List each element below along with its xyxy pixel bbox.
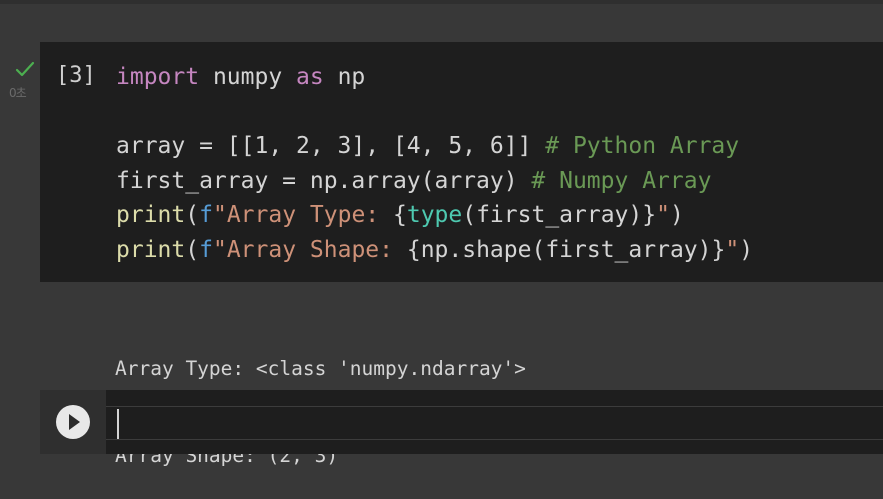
string-token: "	[656, 202, 670, 229]
fstring-prefix-token: f	[199, 236, 213, 263]
code-editor[interactable]: import numpy as np array = [[1, 2, 3], [4…	[116, 60, 753, 268]
comment-token: # Python Array	[545, 133, 740, 160]
code-token: )	[669, 202, 684, 229]
code-token: array = [[1, 2, 3], [4, 5, 6]]	[116, 133, 546, 160]
comment-token: # Numpy Array	[531, 167, 712, 194]
code-token: (first_array)}	[462, 202, 657, 229]
builtin-token: type	[406, 202, 463, 229]
fstring-prefix-token: f	[199, 202, 213, 229]
function-token: print	[116, 236, 186, 263]
function-token: print	[116, 202, 186, 229]
check-icon	[15, 61, 35, 77]
code-line-3: array = [[1, 2, 3], [4, 5, 6]] # Python …	[116, 129, 753, 164]
code-token: {np.shape(first_array)}	[406, 236, 726, 263]
text-cursor	[117, 409, 119, 439]
play-icon[interactable]	[56, 405, 90, 439]
keyword-token: import	[116, 64, 200, 90]
code-token: (	[185, 236, 200, 263]
execution-count: [3]	[56, 63, 96, 88]
string-token: "Array Type:	[212, 202, 393, 229]
code-line-1: import numpy as np	[116, 60, 753, 95]
code-line-6: print(f"Array Shape: {np.shape(first_arr…	[116, 233, 753, 268]
output-line: Array Type: <class 'numpy.ndarray'>	[115, 357, 526, 380]
notebook-top-edge	[0, 0, 883, 4]
code-token: numpy	[199, 64, 297, 90]
code-token: first_array = np.array(array)	[116, 167, 532, 194]
code-token: (	[185, 202, 200, 229]
string-token: "	[725, 236, 740, 263]
string-token: "Array Shape:	[212, 236, 407, 263]
code-line-5: print(f"Array Type: {type(first_array)}"…	[116, 198, 753, 233]
code-token: {	[392, 202, 407, 229]
code-token: np	[323, 64, 366, 90]
keyword-token: as	[296, 64, 324, 90]
code-input[interactable]	[106, 406, 883, 440]
code-token: )	[739, 236, 754, 263]
code-line-4: first_array = np.array(array) # Numpy Ar…	[116, 164, 753, 199]
execution-time: 0초	[9, 86, 27, 100]
